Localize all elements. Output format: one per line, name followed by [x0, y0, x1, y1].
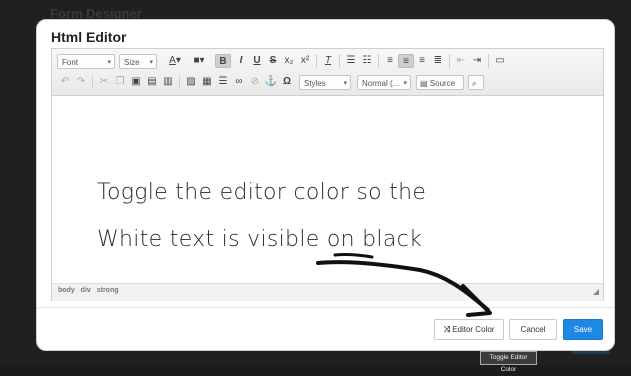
arrow-head: [461, 284, 492, 317]
toggle-editor-color-tooltip: Toggle Editor Color: [480, 351, 537, 373]
annotation-arrow: [316, 253, 492, 317]
annotation-underline: [333, 253, 374, 259]
